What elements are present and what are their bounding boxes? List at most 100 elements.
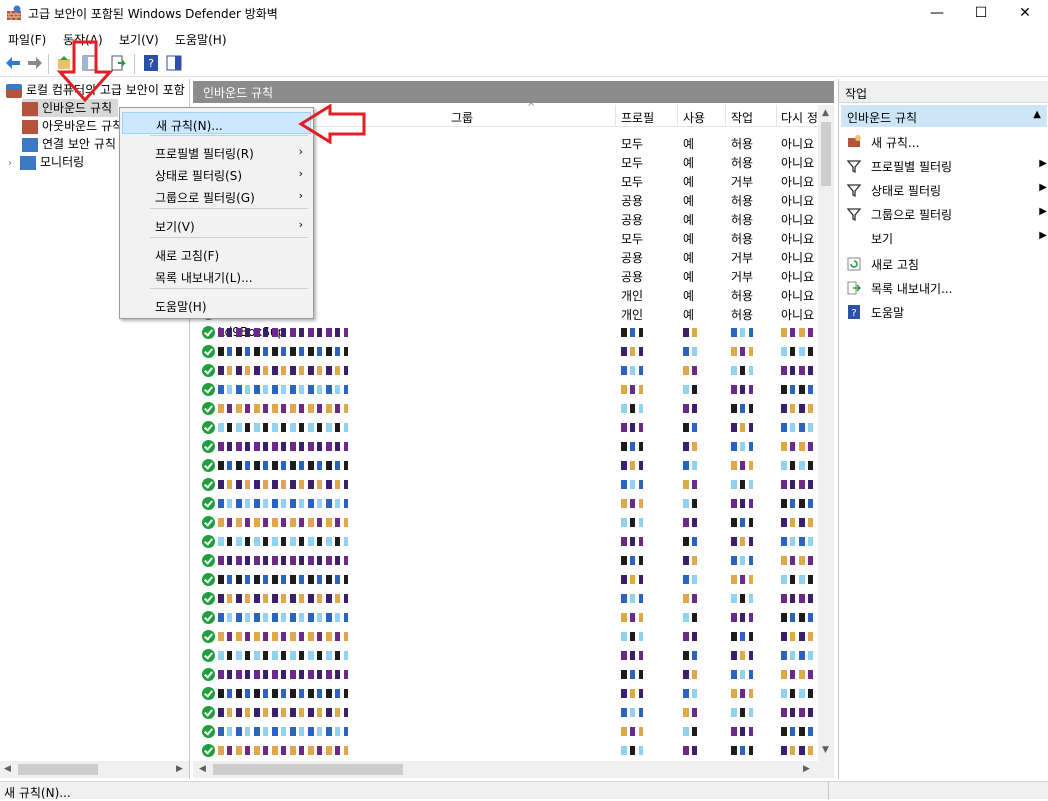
table-row[interactable] <box>193 722 818 741</box>
help-icon[interactable]: ? <box>142 54 160 72</box>
close-button[interactable]: ✕ <box>1002 0 1048 26</box>
collapse-icon[interactable]: ▲ <box>1033 109 1041 120</box>
action-item[interactable]: 상태로 필터링 ▶ <box>847 179 1047 201</box>
redacted-cell <box>731 385 753 394</box>
tree-item-label: 인바운드 규칙 <box>42 101 113 115</box>
redacted-cell <box>781 518 813 527</box>
table-row[interactable] <box>193 361 818 380</box>
menu-help[interactable]: 도움말(H) <box>175 31 227 48</box>
table-row[interactable] <box>193 399 818 418</box>
back-arrow-icon[interactable] <box>4 54 22 72</box>
table-row[interactable] <box>193 665 818 684</box>
menu-item-label: 상태로 필터링(S) <box>155 169 243 183</box>
table-row[interactable] <box>193 551 818 570</box>
redacted-cell <box>683 518 697 527</box>
redacted-cell <box>731 556 753 565</box>
redacted-cell <box>218 537 348 546</box>
context-menu-item[interactable]: 보기(V) › <box>122 214 311 236</box>
context-menu-item[interactable]: 목록 내보내기(L)... <box>122 265 311 287</box>
show-hide-action-pane-icon[interactable] <box>165 54 183 72</box>
tree-item-label: 모니터링 <box>40 155 85 169</box>
scroll-left-icon[interactable]: ◀ <box>4 764 11 774</box>
forward-arrow-icon[interactable] <box>26 54 44 72</box>
column-header-enabled[interactable]: 사용 <box>683 109 705 126</box>
context-menu-item[interactable]: 새 규칙(N)... <box>122 112 311 134</box>
tree-item-connection-security[interactable]: 연결 보안 규칙 <box>22 135 116 153</box>
menu-view[interactable]: 보기(V) <box>119 31 159 48</box>
rule-enabled-cell: 예 <box>683 289 695 303</box>
column-header-override[interactable]: 다시 정 <box>781 109 818 126</box>
outbound-rules-icon <box>22 119 38 134</box>
action-item[interactable]: 프로필별 필터링 ▶ <box>847 155 1047 177</box>
scroll-right-icon[interactable]: ▶ <box>803 764 810 774</box>
redacted-cell <box>621 689 643 698</box>
table-row[interactable] <box>193 342 818 361</box>
table-row[interactable] <box>193 589 818 608</box>
table-row[interactable] <box>193 570 818 589</box>
table-row[interactable] <box>193 532 818 551</box>
column-divider[interactable] <box>615 105 616 127</box>
table-row[interactable] <box>193 646 818 665</box>
rule-action-cell: 허용 <box>731 232 754 246</box>
scroll-right-icon[interactable]: ▶ <box>176 764 183 774</box>
table-row[interactable] <box>193 494 818 513</box>
action-item[interactable]: 목록 내보내기... <box>847 277 1047 299</box>
table-row[interactable] <box>193 456 818 475</box>
context-menu-item[interactable]: 프로필별 필터링(R) › <box>122 141 311 163</box>
scroll-up-icon[interactable]: ▲ <box>822 108 829 118</box>
expand-chevron-icon[interactable]: › <box>8 155 20 173</box>
action-item[interactable]: 그룹으로 필터링 ▶ <box>847 203 1047 225</box>
table-row[interactable] <box>193 437 818 456</box>
scroll-down-icon[interactable]: ▼ <box>822 745 829 755</box>
table-row[interactable] <box>193 475 818 494</box>
action-item[interactable]: ? 도움말 <box>847 301 1047 323</box>
allow-rule-icon <box>202 706 215 719</box>
column-header-group[interactable]: 그룹 <box>451 109 473 126</box>
table-row[interactable] <box>193 418 818 437</box>
action-label: 목록 내보내기... <box>871 282 953 296</box>
tree-horizontal-scrollbar[interactable]: ◀ ▶ <box>0 761 189 778</box>
annotation-left-arrow <box>298 104 366 144</box>
tree-item-outbound[interactable]: 아웃바운드 규칙 <box>22 117 123 135</box>
scrollbar-thumb[interactable] <box>18 764 98 775</box>
rules-horizontal-scrollbar[interactable]: ◀ ▶ <box>193 761 834 778</box>
scroll-left-icon[interactable]: ◀ <box>199 764 206 774</box>
table-row[interactable]: Ld9BoxSup <box>193 323 818 342</box>
redacted-cell <box>621 385 643 394</box>
table-row[interactable] <box>193 513 818 532</box>
rules-vertical-scrollbar[interactable]: ▲ ▼ <box>818 105 834 761</box>
table-row[interactable] <box>193 380 818 399</box>
column-header-action[interactable]: 작업 <box>731 109 753 126</box>
allow-rule-icon <box>202 573 215 586</box>
action-item[interactable]: 보기 ▶ <box>847 227 1047 249</box>
redacted-cell <box>683 499 697 508</box>
scrollbar-thumb[interactable] <box>821 122 831 186</box>
column-divider[interactable] <box>677 105 678 127</box>
table-row[interactable] <box>193 608 818 627</box>
table-row[interactable] <box>193 684 818 703</box>
redacted-cell <box>683 689 697 698</box>
table-row[interactable] <box>193 703 818 722</box>
actions-section-inbound[interactable]: 인바운드 규칙 ▲ <box>841 105 1047 127</box>
context-menu-item[interactable]: 새로 고침(F) <box>122 243 311 265</box>
action-item[interactable]: 새 규칙... <box>847 131 1047 153</box>
allow-rule-icon <box>202 668 215 681</box>
redacted-cell <box>731 366 753 375</box>
redacted-cell <box>781 651 813 660</box>
action-item[interactable]: 새로 고침 <box>847 253 1047 275</box>
rule-override-cell: 아니요 <box>781 232 815 246</box>
table-row[interactable] <box>193 627 818 646</box>
context-menu-item[interactable]: 상태로 필터링(S) › <box>122 163 311 185</box>
scrollbar-thumb[interactable] <box>213 764 403 775</box>
menu-file[interactable]: 파일(F) <box>8 31 46 48</box>
redacted-cell <box>731 632 753 641</box>
column-divider[interactable] <box>725 105 726 127</box>
context-menu-item[interactable]: 도움말(H) <box>122 294 311 316</box>
context-menu-item[interactable]: 그룹으로 필터링(G) › <box>122 185 311 207</box>
column-header-profile[interactable]: 프로필 <box>621 109 654 126</box>
table-row[interactable] <box>193 741 818 760</box>
column-divider[interactable] <box>776 105 777 127</box>
minimize-button[interactable]: — <box>914 0 960 26</box>
maximize-button[interactable]: ☐ <box>958 0 1004 26</box>
tree-item-monitoring[interactable]: › 모니터링 <box>8 153 84 171</box>
